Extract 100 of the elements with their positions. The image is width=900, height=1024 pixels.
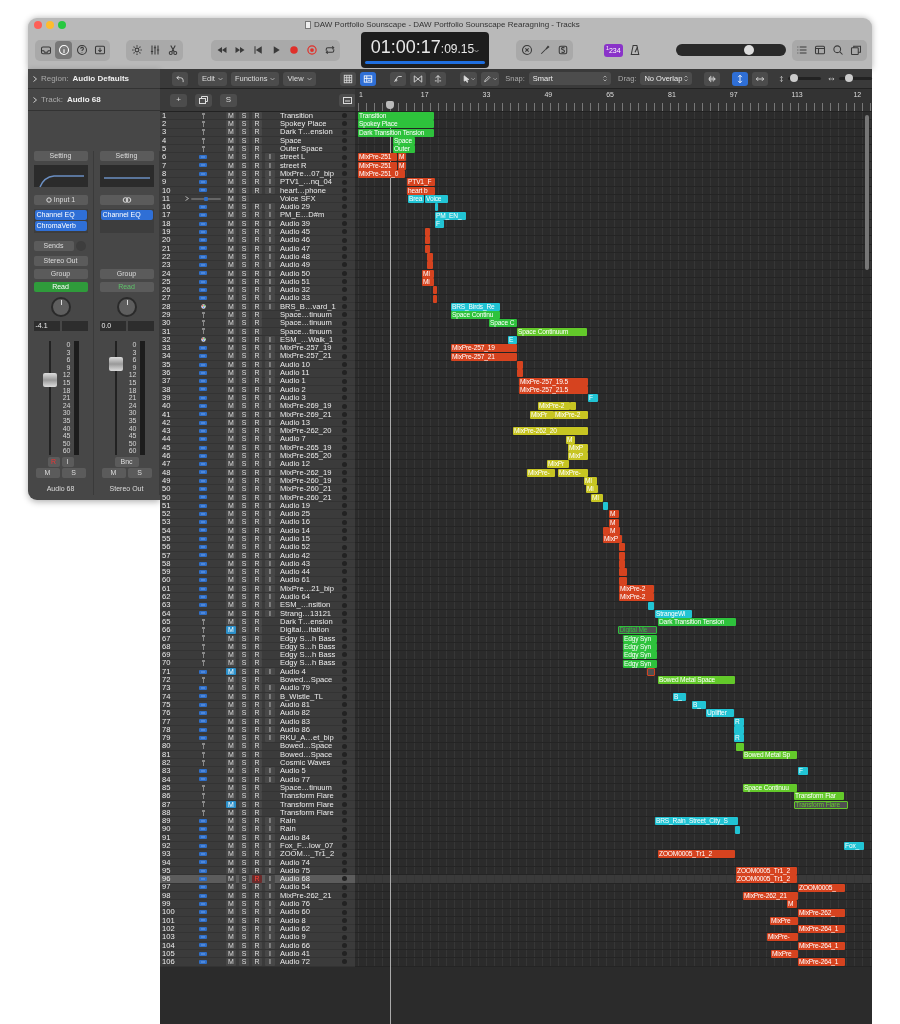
track-dot [342,951,347,957]
region[interactable] [736,742,744,751]
stereo-link-button[interactable] [99,195,154,205]
region[interactable] [425,236,430,245]
track-dot [342,237,347,243]
fader-thumb[interactable] [42,372,57,387]
waveform-button[interactable] [703,71,720,86]
pencil-button[interactable] [481,71,500,86]
waveform-icon [199,204,207,209]
vertical-arrows-button[interactable] [731,71,748,86]
updown-icon [603,75,608,82]
track-dot [342,635,347,641]
waveform-icon [199,885,207,890]
track-dot [342,353,347,359]
waveform-icon [199,578,207,583]
waveform-icon [199,238,207,243]
track-dot [342,627,347,633]
waveform-icon [199,686,207,691]
region[interactable] [603,501,608,510]
waveform-icon [199,354,207,359]
region[interactable] [427,261,433,270]
fader-thumb[interactable] [108,356,123,371]
split-button[interactable] [429,71,446,86]
waveform-icon [199,171,207,176]
waveform-icon [199,412,207,417]
global-solo-button[interactable]: S [220,93,237,107]
back-button[interactable] [172,71,188,86]
waveform-icon [199,711,207,715]
eq-thumbnail[interactable] [33,165,88,187]
track-dot [342,610,347,616]
waveform-icon [199,818,207,823]
scrollbar-thumb[interactable] [865,115,869,270]
track-dot [342,113,347,119]
track-dot [342,270,347,276]
ring-icon [45,197,52,204]
track-dot [342,262,347,268]
track-dot [342,445,347,450]
region[interactable] [619,576,627,585]
track-dot [342,303,347,309]
track-dot [342,859,347,865]
slider-thumb[interactable] [790,74,799,82]
slider-thumb[interactable] [744,45,755,55]
region[interactable] [619,551,625,560]
waveform-icon [199,453,207,458]
playhead-handle[interactable] [386,101,394,109]
track-dot [342,810,347,816]
region[interactable] [517,360,523,369]
info-button[interactable] [55,41,72,59]
pan-knob[interactable] [116,297,137,317]
waveform-icon [199,478,207,483]
track-dot [342,801,347,807]
region[interactable] [433,286,437,295]
duplicate-track-button[interactable] [195,93,212,107]
region[interactable] [435,203,438,212]
region[interactable] [570,402,576,411]
region[interactable] [433,294,437,303]
pointer-button[interactable] [459,71,478,86]
region[interactable] [648,601,654,610]
pan-knob[interactable] [50,297,71,317]
region[interactable] [425,244,430,253]
track-dot [342,519,347,525]
chevron-icon [270,76,276,81]
curve-button[interactable] [389,71,406,86]
track-dot [342,926,347,932]
chevron-icon [492,76,498,81]
note-icon [814,44,827,56]
waveform-icon [199,528,207,533]
rows-button[interactable] [359,71,376,86]
bowtie-button[interactable] [409,71,426,86]
squiggle-box-icon [556,44,569,56]
region[interactable] [619,543,625,552]
track-dot [342,619,347,625]
track-dot [342,511,347,517]
waveform-icon [199,180,207,184]
track-dot [342,884,347,890]
grid-button[interactable] [339,71,356,86]
track-dot [342,685,347,691]
region[interactable] [619,568,627,577]
volume-fader[interactable] [108,341,123,455]
horizontal-arrows-button[interactable] [751,71,768,86]
master-volume-slider[interactable] [675,44,786,56]
waveform-icon [199,263,207,267]
track-dot [342,851,347,857]
waveform-icon [199,735,207,740]
region[interactable] [517,369,523,378]
chevron-icon [306,76,312,81]
sampler-icon [200,303,206,309]
waveform-icon [199,445,207,450]
track-dot [342,561,347,567]
slider-thumb[interactable] [844,74,853,82]
track-dot [342,129,347,135]
back-arrow-icon [175,73,185,84]
volume-fader[interactable] [42,341,57,455]
waveform-icon [199,943,207,948]
add-track-button[interactable]: + [170,93,187,107]
eq-thumbnail[interactable] [99,165,154,187]
region[interactable] [735,825,740,834]
waveform-icon [199,611,207,616]
track-dot [342,536,347,542]
track-dot [342,843,347,849]
